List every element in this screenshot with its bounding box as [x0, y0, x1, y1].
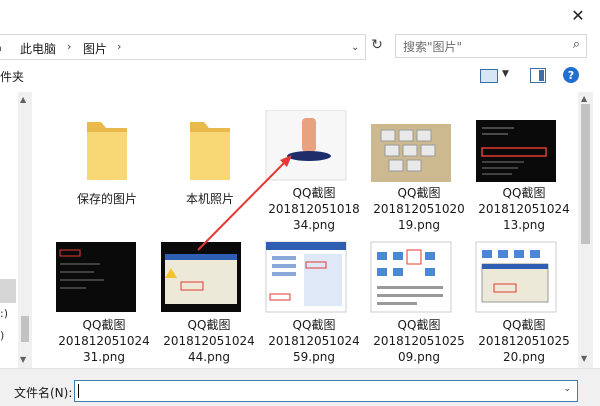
item-label: QQ截图: [292, 318, 336, 332]
folder-item[interactable]: 本机照片: [160, 112, 260, 207]
image-thumbnail: [56, 242, 136, 312]
content-scrollbar-thumb[interactable]: [581, 104, 590, 244]
preview-pane-icon[interactable]: [530, 68, 546, 83]
search-placeholder: 搜索"图片": [403, 40, 463, 54]
image-item[interactable]: QQ截图 201812051020 19.png: [369, 110, 469, 233]
item-label: 20.png: [503, 350, 545, 364]
image-thumbnail: [265, 109, 347, 181]
item-label: 31.png: [83, 350, 125, 364]
image-item[interactable]: QQ截图 201812051018 34.png: [264, 109, 364, 233]
view-dropdown-icon[interactable]: ▼: [502, 69, 509, 79]
item-label: 13.png: [503, 218, 545, 232]
image-thumbnail: [371, 124, 451, 184]
scroll-down-icon[interactable]: ▼: [581, 354, 587, 363]
item-label: QQ截图: [397, 318, 441, 332]
address-dropdown-icon[interactable]: ⌄: [351, 42, 359, 53]
view-options-icon[interactable]: [480, 69, 498, 83]
navigation-pane[interactable]: :) ): [0, 92, 18, 368]
item-label: QQ截图: [397, 186, 441, 200]
item-label: 201812051024: [478, 202, 570, 216]
help-button[interactable]: ?: [563, 67, 579, 83]
scroll-down-icon[interactable]: ▼: [20, 355, 26, 364]
item-label: 34.png: [293, 218, 335, 232]
scroll-up-icon[interactable]: ▲: [20, 95, 26, 104]
item-label: QQ截图: [187, 318, 231, 332]
scroll-up-icon[interactable]: ▲: [581, 94, 587, 103]
edge-icon: ⌂: [0, 40, 2, 54]
item-label: 保存的图片: [76, 192, 137, 206]
search-input[interactable]: 搜索"图片" ⌕: [395, 34, 587, 58]
filename-label: 文件名(N):: [14, 386, 73, 400]
folder-icon: [87, 122, 127, 180]
item-label: QQ截图: [502, 318, 546, 332]
item-label: QQ截图: [292, 186, 336, 200]
breadcrumb-this-pc[interactable]: 此电脑: [20, 40, 56, 57]
item-label: 201812051020: [373, 202, 465, 216]
item-label: 59.png: [293, 350, 335, 364]
nav-scrollbar[interactable]: ▲ ▼: [18, 92, 32, 368]
close-button[interactable]: ✕: [566, 4, 590, 26]
content-scrollbar[interactable]: ▲ ▼: [578, 92, 593, 368]
breadcrumb-pictures[interactable]: 图片: [83, 40, 107, 57]
folder-icon: [190, 122, 230, 180]
file-list: 保存的图片 本机照片 QQ截图 201812051018 34.png QQ截图…: [32, 92, 578, 368]
image-thumbnail: [370, 241, 452, 313]
image-thumbnail: [476, 120, 556, 182]
image-item[interactable]: QQ截图 201812051024 31.png: [54, 240, 154, 365]
image-item[interactable]: QQ截图 201812051024 13.png: [474, 110, 574, 233]
image-item[interactable]: QQ截图 201812051025 09.png: [369, 240, 469, 365]
item-label: 201812051024: [163, 334, 255, 348]
title-bar: ✕: [0, 0, 600, 30]
search-icon[interactable]: ⌕: [573, 37, 580, 52]
text-caret: [78, 384, 79, 398]
item-label: 201812051025: [373, 334, 465, 348]
filename-input[interactable]: ⌄: [74, 380, 578, 402]
image-thumbnail: [265, 241, 347, 313]
filename-dropdown-icon[interactable]: ⌄: [563, 384, 571, 394]
item-label: QQ截图: [82, 318, 126, 332]
image-item[interactable]: QQ截图 201812051025 20.png: [474, 240, 574, 365]
image-thumbnail: [161, 242, 241, 312]
new-folder-button[interactable]: 件夹: [0, 68, 24, 85]
item-label: 44.png: [188, 350, 230, 364]
command-bar: 件夹: [0, 62, 600, 90]
nav-item-fragment[interactable]: ): [0, 329, 4, 342]
breadcrumb-separator-icon[interactable]: ›: [67, 40, 71, 53]
image-item[interactable]: QQ截图 201812051024 44.png: [159, 240, 259, 365]
item-label: QQ截图: [502, 186, 546, 200]
item-label: 09.png: [398, 350, 440, 364]
item-label: 201812051024: [268, 334, 360, 348]
image-thumbnail: [475, 241, 557, 313]
item-label: 201812051018: [268, 202, 360, 216]
nav-item-fragment[interactable]: :): [0, 307, 8, 320]
nav-selected-item[interactable]: [0, 279, 16, 303]
nav-scrollbar-thumb[interactable]: [21, 316, 29, 342]
item-label: 201812051024: [58, 334, 150, 348]
folder-item[interactable]: 保存的图片: [57, 112, 157, 207]
item-label: 19.png: [398, 218, 440, 232]
refresh-button[interactable]: ↻: [368, 34, 386, 56]
item-label: 201812051025: [478, 334, 570, 348]
address-bar[interactable]: ⌂ 此电脑 › 图片 › ⌄: [0, 34, 366, 60]
item-label: 本机照片: [185, 192, 234, 206]
image-item[interactable]: QQ截图 201812051024 59.png: [264, 240, 364, 365]
breadcrumb-separator-icon[interactable]: ›: [117, 40, 121, 53]
